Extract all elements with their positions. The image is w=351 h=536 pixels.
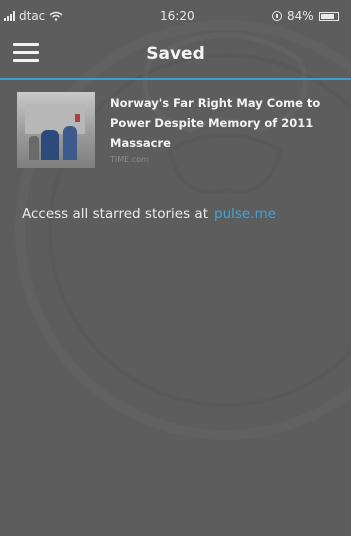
seal-watermark [15,20,351,440]
list-item[interactable]: Norway's Far Right May Come to Power Des… [17,92,347,174]
battery-fill [320,13,334,19]
status-left: dtac [4,9,63,23]
signal-icon [4,11,15,21]
story-source: TIME.com [110,155,149,164]
carrier-label: dtac [19,9,46,23]
story-title: Norway's Far Right May Come to Power Des… [110,96,321,150]
rotation-lock-icon [272,11,282,21]
story-thumbnail [17,92,95,168]
status-time: 16:20 [160,9,195,23]
starred-stories-note: Access all starred stories at pulse.me [22,206,276,222]
wifi-icon [49,11,63,21]
starred-stories-text: Access all starred stories at [22,206,208,222]
battery-icon [318,11,339,21]
pulse-link[interactable]: pulse.me [214,206,276,222]
page-title: Saved [146,44,205,64]
status-right: 84% [272,9,339,23]
nav-bar: Saved [0,32,351,80]
battery-percent: 84% [287,9,314,23]
status-bar: dtac 16:20 84% [0,0,351,32]
